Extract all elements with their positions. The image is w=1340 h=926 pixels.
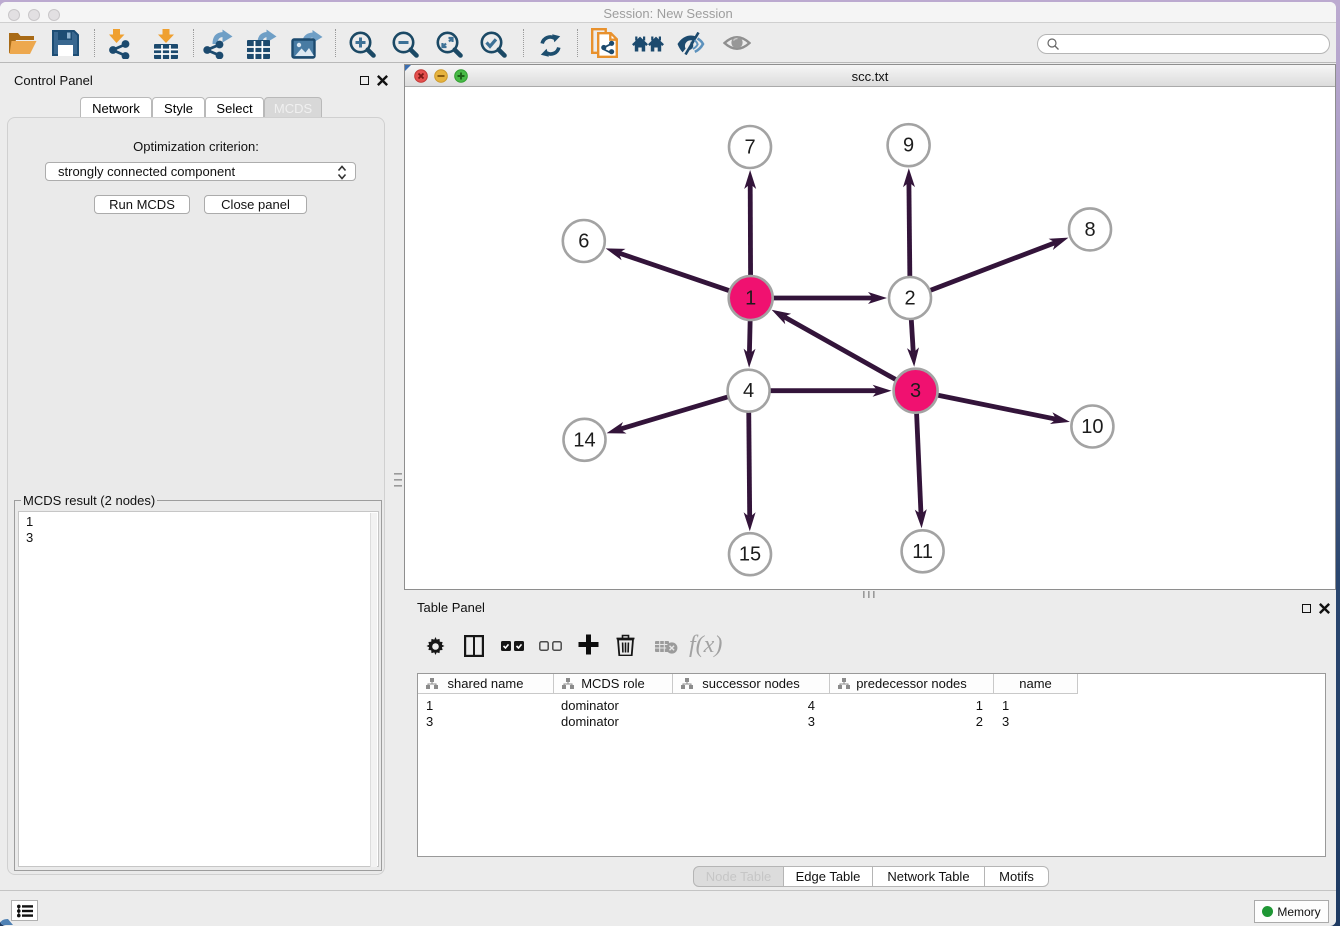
- svg-text:10: 10: [1081, 416, 1103, 438]
- svg-text:14: 14: [573, 429, 595, 451]
- svg-text:15: 15: [739, 544, 761, 566]
- svg-text:7: 7: [744, 137, 755, 159]
- svg-text:6: 6: [578, 231, 589, 253]
- svg-text:4: 4: [743, 380, 754, 402]
- svg-text:9: 9: [903, 135, 914, 157]
- svg-text:2: 2: [904, 288, 915, 310]
- svg-text:1: 1: [745, 288, 756, 310]
- svg-text:8: 8: [1084, 219, 1095, 241]
- svg-text:11: 11: [912, 541, 933, 563]
- svg-text:3: 3: [910, 380, 921, 402]
